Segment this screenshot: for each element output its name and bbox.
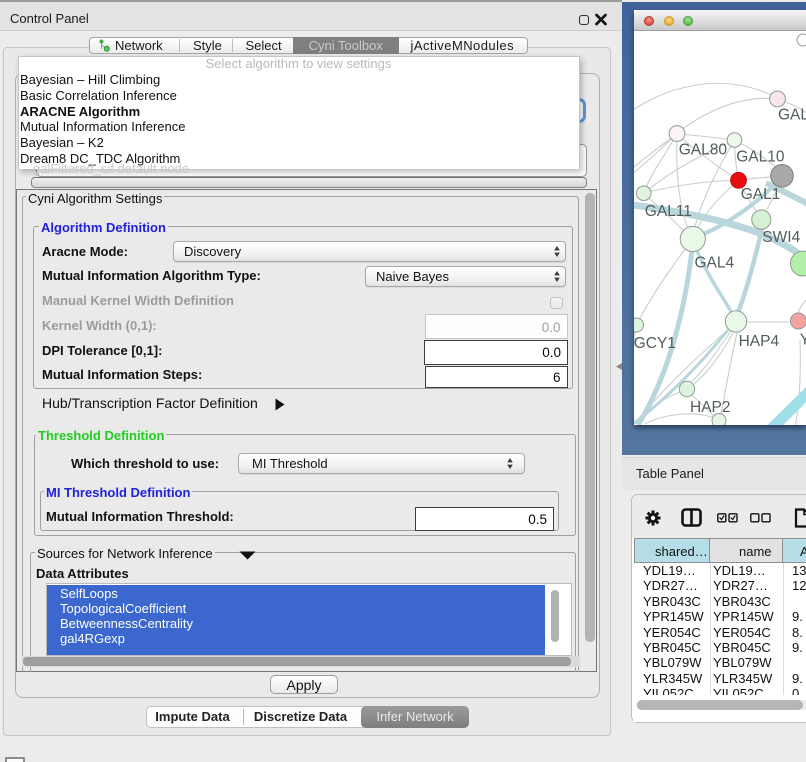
svg-text:SWI4: SWI4: [762, 229, 800, 246]
svg-text:HAP2: HAP2: [690, 399, 731, 416]
svg-text:GAL11: GAL11: [645, 203, 692, 220]
svg-text:GCY1: GCY1: [634, 335, 676, 352]
svg-text:HAP4: HAP4: [739, 333, 780, 350]
svg-text:GAL10: GAL10: [736, 149, 785, 166]
svg-text:GAL1: GAL1: [741, 186, 781, 203]
svg-text:GAL7: GAL7: [778, 107, 806, 124]
svg-text:GAL4: GAL4: [695, 255, 735, 272]
svg-text:Y: Y: [800, 332, 806, 349]
svg-text:GAL80: GAL80: [679, 142, 728, 159]
